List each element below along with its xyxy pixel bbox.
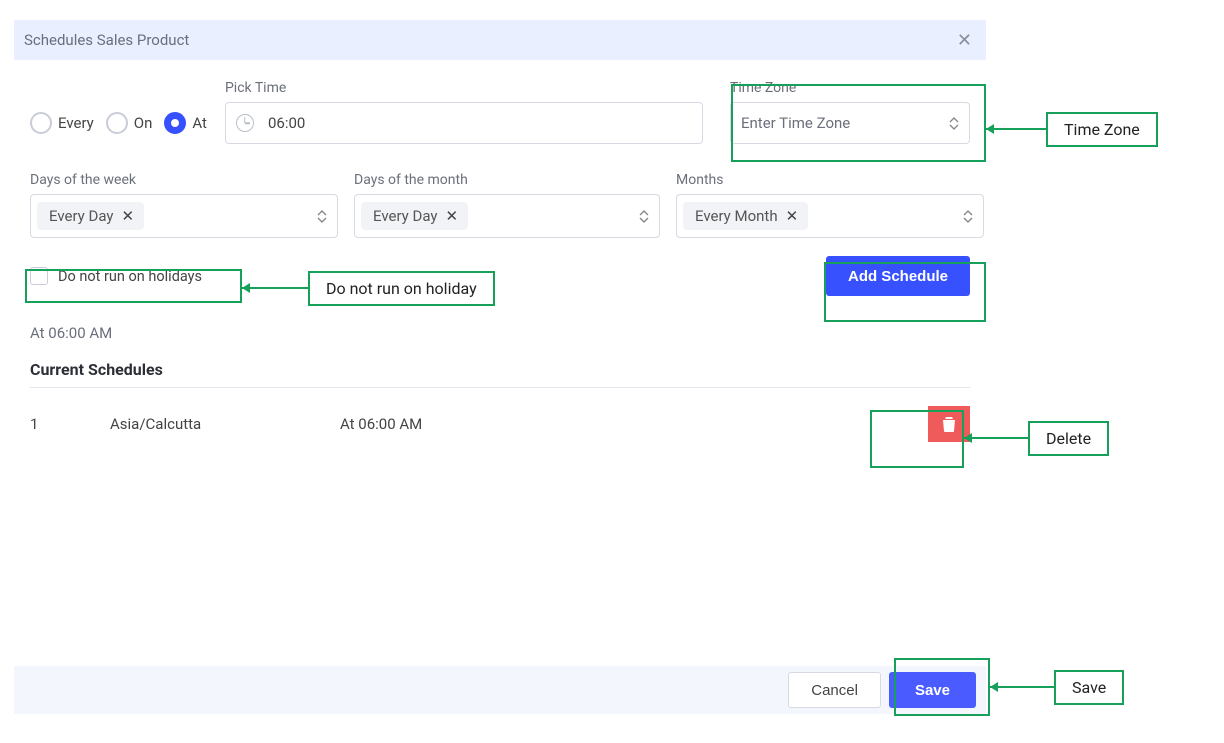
schedule-row-time: At 06:00 AM <box>340 415 928 433</box>
radio-at-label: At <box>192 114 207 132</box>
modal-footer: Cancel Save <box>14 666 986 714</box>
radio-every[interactable]: Every <box>30 112 94 134</box>
chevron-up-down-icon <box>317 210 327 223</box>
annotation-connector <box>990 686 1054 688</box>
pick-time-value: 06:00 <box>268 114 305 132</box>
annotation-label-save: Save <box>1054 670 1124 705</box>
divider <box>30 387 970 388</box>
radio-circle-icon <box>30 112 52 134</box>
pick-time-input[interactable]: 06:00 <box>225 102 703 144</box>
radio-circle-icon <box>106 112 128 134</box>
days-of-week-tag-label: Every Day <box>49 207 113 225</box>
months-select[interactable]: Every Month ✕ <box>676 194 984 238</box>
days-of-month-label: Days of the month <box>354 172 660 188</box>
time-zone-label: Time Zone <box>730 80 970 96</box>
annotation-connector <box>986 128 1046 130</box>
annotation-connector <box>242 287 308 289</box>
modal-title: Schedules Sales Product <box>24 31 189 49</box>
days-of-week-select[interactable]: Every Day ✕ <box>30 194 338 238</box>
annotation-label-delete: Delete <box>1028 421 1109 456</box>
time-zone-select[interactable]: Enter Time Zone <box>730 102 970 144</box>
days-of-week-label: Days of the week <box>30 172 338 188</box>
tag-remove-icon[interactable]: ✕ <box>786 207 799 225</box>
chevron-up-down-icon <box>963 210 973 223</box>
annotation-label-holiday: Do not run on holiday <box>308 271 495 306</box>
schedule-row-index: 1 <box>30 415 110 433</box>
chevron-up-down-icon <box>639 210 649 223</box>
schedule-row-timezone: Asia/Calcutta <box>110 415 340 433</box>
radio-every-label: Every <box>58 114 94 132</box>
save-button[interactable]: Save <box>889 672 976 708</box>
schedule-row: 1 Asia/Calcutta At 06:00 AM <box>30 402 970 446</box>
annotation-label-timezone: Time Zone <box>1046 112 1158 147</box>
clock-icon <box>236 114 254 132</box>
schedule-summary-text: At 06:00 AM <box>30 324 970 342</box>
radio-at[interactable]: At <box>164 112 207 134</box>
trash-icon <box>942 416 956 432</box>
checkbox-icon <box>30 267 48 285</box>
holiday-label: Do not run on holidays <box>58 268 202 285</box>
days-of-month-tag: Every Day ✕ <box>361 202 468 230</box>
annotation-connector <box>964 437 1028 439</box>
chevron-up-down-icon <box>949 117 959 130</box>
radio-on-label: On <box>134 114 153 132</box>
close-icon[interactable]: ✕ <box>957 30 972 51</box>
frequency-radios: Every On At <box>30 102 207 144</box>
months-tag-label: Every Month <box>695 207 778 225</box>
annotation-arrow-icon <box>964 433 972 443</box>
months-tag: Every Month ✕ <box>683 202 808 230</box>
tag-remove-icon[interactable]: ✕ <box>121 207 134 225</box>
pick-time-label: Pick Time <box>225 80 712 96</box>
time-zone-placeholder: Enter Time Zone <box>741 114 850 132</box>
months-label: Months <box>676 172 984 188</box>
annotation-arrow-icon <box>986 124 994 134</box>
add-schedule-button[interactable]: Add Schedule <box>826 256 970 296</box>
current-schedules-title: Current Schedules <box>30 360 970 379</box>
radio-on[interactable]: On <box>106 112 153 134</box>
tag-remove-icon[interactable]: ✕ <box>445 207 458 225</box>
cancel-button[interactable]: Cancel <box>788 672 881 708</box>
holiday-checkbox-row[interactable]: Do not run on holidays <box>30 267 202 285</box>
radio-circle-icon <box>164 112 186 134</box>
schedule-modal: Schedules Sales Product ✕ Every On At <box>14 20 986 446</box>
days-of-month-select[interactable]: Every Day ✕ <box>354 194 660 238</box>
annotation-arrow-icon <box>242 283 250 293</box>
modal-header: Schedules Sales Product ✕ <box>14 20 986 60</box>
days-of-week-tag: Every Day ✕ <box>37 202 144 230</box>
annotation-arrow-icon <box>990 682 998 692</box>
days-of-month-tag-label: Every Day <box>373 207 437 225</box>
